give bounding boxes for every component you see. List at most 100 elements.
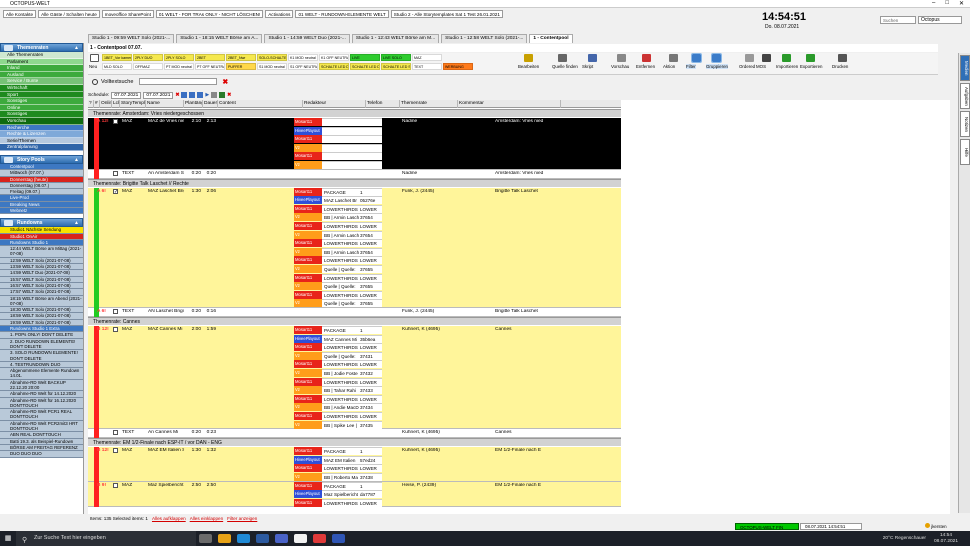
tab-5[interactable]: 1 - Contentpool xyxy=(529,34,573,43)
content-item[interactable]: LOWERTHIRDS LOWER xyxy=(322,152,382,161)
print-icon[interactable] xyxy=(219,92,226,98)
sidebar-item-thema[interactable]: Ausland xyxy=(0,71,83,79)
template-button[interactable]: SCHALTE LED DUO SLED xyxy=(350,63,380,70)
column-header[interactable]: StoryTemplate xyxy=(120,100,146,108)
cell-template[interactable]: MAZ xyxy=(122,189,146,195)
importieren-button[interactable]: Importieren xyxy=(776,64,798,69)
cell-thema[interactable]: Amsterdam: Vries nied xyxy=(495,171,548,177)
cell-plan[interactable]: 2:10 xyxy=(186,119,201,125)
content-item[interactable]: Quelle | Quelle: 37655 xyxy=(322,282,382,291)
content-type-mosart11[interactable]: Mosart11 xyxy=(294,239,322,248)
template-button[interactable]: OFFMAZ xyxy=(133,63,163,70)
template-button[interactable]: SCHALTE LED DEFAULT xyxy=(319,63,349,70)
vorschau-button[interactable]: Vorschau xyxy=(611,64,629,69)
content-item[interactable]: BB | Roberto Ma 37438 xyxy=(322,472,382,481)
column-header[interactable]: Kommentar xyxy=(458,100,561,108)
chevron-up-icon[interactable]: ▲ xyxy=(74,44,79,53)
content-type-vz[interactable]: Vz xyxy=(294,403,322,412)
content-item[interactable]: BB | Tahar Rahi 37433 xyxy=(322,386,382,395)
content-item[interactable]: LOWERTHIRDS LOWER xyxy=(322,135,382,144)
template-button[interactable]: LIVE xyxy=(350,54,380,61)
sidebar-item-thema[interactable]: Parlament xyxy=(0,58,83,66)
table-row[interactable]: B 9!MAZMaz Spielbericht Italien v2:502:5… xyxy=(88,481,621,508)
content-item[interactable]: MAZ Laschet Br 05276e xyxy=(322,196,382,205)
content-type-mosart11[interactable]: Mosart11 xyxy=(294,394,322,403)
expand-all-link[interactable]: Alles aufklappen xyxy=(152,515,186,522)
cell-dur[interactable]: 0:23 xyxy=(205,430,216,436)
table-row[interactable]: A 6! TEXTAN Laschet Brigitte Talk0:20 0:16… xyxy=(88,308,621,317)
content-type-mosart11[interactable]: Mosart11 xyxy=(294,118,322,126)
cell-dur[interactable]: 1:59 xyxy=(205,327,216,333)
rundowns-header[interactable]: Rundowns ▲ xyxy=(0,218,83,228)
drucken-icon[interactable] xyxy=(838,54,847,62)
new-doc-icon[interactable] xyxy=(90,54,99,62)
cell-plan[interactable]: 2:00 xyxy=(186,327,201,333)
content-item[interactable]: BB | Armin Lasch 37654 xyxy=(322,230,382,239)
cell-name[interactable]: AN Laschet Brigitte Talk xyxy=(148,309,184,315)
cell-redakteur[interactable]: Funk, J. (2445) xyxy=(402,309,458,315)
windows-start-icon[interactable]: ▦ xyxy=(0,531,16,546)
content-item[interactable]: LOWERTHIRDS LOWER xyxy=(322,412,382,420)
cell-redakteur[interactable]: Heise, P. (2439) xyxy=(402,483,458,489)
online-checkbox[interactable]: ✓ xyxy=(113,188,118,194)
system-select[interactable]: Octopus xyxy=(918,16,962,24)
online-checkbox[interactable] xyxy=(113,170,118,176)
cell-dur[interactable]: 0:20 xyxy=(205,171,216,177)
content-item[interactable]: BB | Armin Lasch 37654 xyxy=(322,247,382,256)
fulltext-search-input[interactable] xyxy=(139,78,218,85)
cell-template[interactable]: TEXT xyxy=(122,309,146,315)
content-item[interactable]: Quelle | Quelle: 37655 xyxy=(322,299,382,308)
content-type-hiveeplayout[interactable]: HiveePlayout xyxy=(294,126,322,135)
table-row[interactable]: A 6! ✓ MAZMAZ Laschet Brigitte Tal1:30 2:06… xyxy=(88,187,621,308)
template-button[interactable]: PT OFF NEUTRAL xyxy=(195,63,225,70)
template-button[interactable]: WERBUNG xyxy=(443,63,473,70)
chevron-up-icon[interactable]: ▲ xyxy=(74,156,79,165)
octopus-app-icon[interactable] xyxy=(313,534,326,543)
tab-3[interactable]: Studio 1 - 12:43 WELT Börse am M... xyxy=(351,34,440,43)
content-type-mosart11[interactable]: Mosart11 xyxy=(294,273,322,282)
sidebar-item-rundown[interactable]: 3. SOLO RUNDOWN ELEMENTE! DON'T DELETE xyxy=(0,350,83,362)
online-checkbox[interactable] xyxy=(113,119,118,124)
content-type-vz[interactable]: Vz xyxy=(294,369,322,377)
column-header[interactable]: Dauer xyxy=(203,100,218,108)
tab-0[interactable]: Studio 1 - 09:59 WELT Solo (2021-... xyxy=(88,34,175,43)
content-type-vz[interactable]: Vz xyxy=(294,472,322,481)
column-header[interactable]: Telefon xyxy=(366,100,400,108)
cell-name[interactable]: MAZ Laschet Brigitte Tal xyxy=(148,189,184,195)
content-item[interactable]: LOWERTHIRDS LOWER xyxy=(322,360,382,369)
filter-icon[interactable] xyxy=(691,53,702,63)
online-checkbox[interactable] xyxy=(113,482,118,488)
content-type-vz[interactable]: Vz xyxy=(294,161,322,169)
content-type-mosart11[interactable]: Mosart11 xyxy=(294,360,322,369)
cell-name[interactable]: An Cannes Mi xyxy=(148,430,184,436)
content-item[interactable]: PACKAGE 1 xyxy=(322,481,382,490)
content-item[interactable]: LOWERTHIRDS LOWER xyxy=(322,221,382,230)
storypools-header[interactable]: Story Pools ▲ xyxy=(0,154,83,165)
cell-thema[interactable]: EM 1/2-Finale nach E xyxy=(495,483,548,489)
content-item[interactable]: LOWERTHIRDS LOWER xyxy=(322,394,382,403)
online-checkbox[interactable] xyxy=(113,327,118,332)
task-view-icon[interactable] xyxy=(199,534,212,543)
cell-name[interactable]: MAZ de Vries niedergesch xyxy=(148,119,184,125)
cell-template[interactable]: MAZ xyxy=(122,448,146,454)
sidebar-item-rundown[interactable]: 12:44 WELT Börse am Mittag (2021-07-08) xyxy=(0,246,83,258)
content-item[interactable]: LOWERTHIRDS LOWER xyxy=(322,290,382,299)
online-checkbox[interactable] xyxy=(113,309,118,314)
cell-plan[interactable]: 2:50 xyxy=(186,483,201,489)
column-header[interactable]: Online xyxy=(100,100,112,108)
sidebar-item-rundown[interactable]: Abnahme-RD Welt PCR2mit3 HRT DONTTOUCH xyxy=(0,420,83,433)
sidebar-item-thema[interactable]: Rechte & Lizenzen xyxy=(0,131,83,138)
chrome-icon[interactable] xyxy=(294,534,307,543)
tab-2[interactable]: Studio 1 - 14:59 WELT Duo (2021-... xyxy=(264,34,350,43)
cell-plan[interactable]: 1:30 xyxy=(186,189,201,195)
cell-plan[interactable]: 1:30 xyxy=(186,448,201,454)
template-button[interactable]: SCHALTE LED SOLO SLED xyxy=(381,63,411,70)
content-item[interactable]: LOWERTHIRDS LOWER xyxy=(322,343,382,352)
online-checkbox[interactable] xyxy=(113,430,118,436)
template-button[interactable]: SOLO-SCHALTE xyxy=(257,54,287,61)
template-button[interactable]: S1 MOD neutral xyxy=(257,63,287,70)
schedule-from-field[interactable]: 07.07.2021 xyxy=(111,91,142,99)
shortcut-link[interactable]: 01 WELT - FOR TRAs ONLY - NICHT LÖSCHEN! xyxy=(155,10,264,18)
content-item[interactable]: LOWERTHIRDS LOWER xyxy=(322,239,382,248)
content-type-mosart11[interactable]: Mosart11 xyxy=(294,204,322,213)
